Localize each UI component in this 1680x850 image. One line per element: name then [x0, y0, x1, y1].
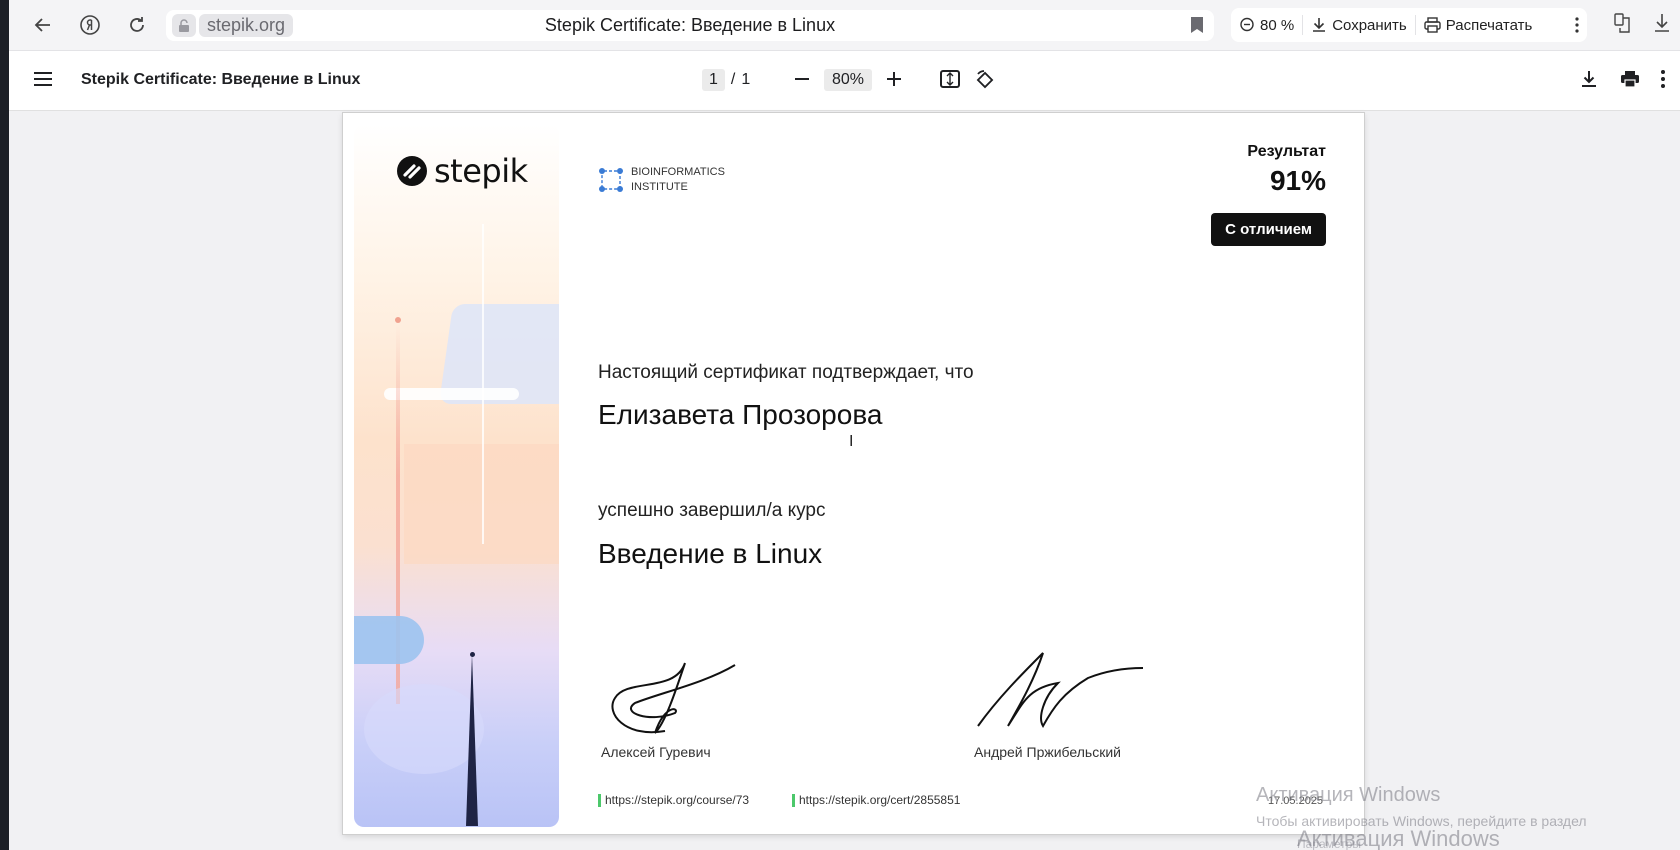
more-button[interactable] [1567, 8, 1587, 42]
decorative-shape [354, 616, 424, 664]
dots-vertical-icon [1575, 17, 1579, 33]
signature-przhibelsky [977, 652, 1144, 728]
text-cursor-icon: I [849, 433, 854, 450]
stepik-wordmark: stepik [434, 152, 528, 190]
rotate-icon [976, 70, 994, 89]
signature-gurevich [611, 662, 736, 734]
plus-icon [887, 72, 901, 86]
menu-icon[interactable] [33, 71, 53, 92]
yandex-button[interactable] [75, 10, 105, 40]
zoom-out-button[interactable] [793, 69, 811, 94]
pdf-print-button[interactable] [1620, 70, 1640, 93]
institute-line: INSTITUTE [631, 181, 688, 193]
signer-name: Алексей Гуревич [601, 744, 711, 760]
reload-icon [130, 17, 144, 32]
lock-icon[interactable] [172, 14, 196, 37]
course-link[interactable]: https://stepik.org/course/73 [598, 794, 749, 807]
windows-activation-title: Активация Windows [1256, 784, 1441, 806]
result-label: Результат [1247, 143, 1326, 160]
fit-page-icon [940, 70, 960, 88]
print-button[interactable]: Распечатать [1416, 8, 1541, 42]
zoom-in-button[interactable] [885, 69, 903, 94]
download-icon [1313, 18, 1326, 32]
institute-name: BIOINFORMATICS INSTITUTE [631, 165, 725, 195]
address-bar[interactable]: stepik.org Stepik Certificate: Введение … [166, 10, 1214, 41]
recipient-name: Елизавета Прозорова [598, 399, 883, 430]
printer-icon [1424, 17, 1441, 33]
page-navigator: 1 / 1 [702, 69, 750, 91]
certificate-link[interactable]: https://stepik.org/cert/2855851 [792, 794, 960, 807]
distinction-badge: С отличием [1211, 213, 1326, 246]
pdf-download-button[interactable] [1580, 70, 1598, 93]
dots-vertical-icon [1661, 70, 1665, 88]
institute-logo: BIOINFORMATICS INSTITUTE [599, 165, 725, 195]
decorative-shape [384, 388, 519, 400]
download-icon [1655, 14, 1669, 32]
pdf-more-button[interactable] [1661, 70, 1665, 93]
browser-window: stepik.org Stepik Certificate: Введение … [9, 0, 1680, 850]
browser-tools: 80 % Сохранить Распечатать [1231, 8, 1587, 42]
certificate-artwork: stepik [354, 124, 559, 827]
printer-icon [1621, 71, 1639, 88]
url-domain[interactable]: stepik.org [199, 14, 294, 37]
decorative-spire [466, 654, 478, 826]
yandex-icon [80, 15, 100, 35]
pdf-toolbar: Stepik Certificate: Введение в Linux 1 /… [9, 51, 1680, 111]
save-label: Сохранить [1332, 16, 1407, 34]
stepik-logo-icon [397, 156, 427, 186]
windows-activation-text: Параметры [1297, 837, 1361, 850]
signer-name: Андрей Пржибельский [974, 744, 1121, 760]
pdf-viewer[interactable]: stepik BIOINFORMATICS INSTITUTE Результа… [9, 111, 1680, 850]
stepik-logo: stepik [396, 152, 528, 190]
bookmark-icon[interactable] [1190, 16, 1204, 39]
course-name: Введение в Linux [598, 538, 823, 569]
decorative-dot [395, 317, 401, 323]
save-button[interactable]: Сохранить [1303, 8, 1415, 42]
reload-button[interactable] [122, 10, 152, 40]
pdf-page: stepik BIOINFORMATICS INSTITUTE Результа… [343, 113, 1364, 834]
page-separator: / [730, 71, 736, 88]
result-value: 91% [1269, 165, 1326, 196]
download-icon [1582, 71, 1596, 87]
certificate-intro: Настоящий сертификат подтверждает, что [598, 362, 974, 383]
extensions-button[interactable] [1613, 12, 1633, 39]
arrow-left-icon [34, 18, 50, 32]
minus-icon [795, 78, 809, 80]
document-title: Stepik Certificate: Введение в Linux [81, 71, 361, 88]
print-label: Распечатать [1445, 16, 1533, 34]
rotate-button[interactable] [974, 69, 996, 96]
back-button[interactable] [28, 10, 58, 40]
reader-icon [1614, 13, 1630, 33]
page-number-input[interactable]: 1 [702, 69, 725, 91]
zoom-icon [1240, 17, 1254, 32]
completion-text: успешно завершил/а курс [598, 500, 826, 521]
zoom-input[interactable]: 80% [824, 69, 873, 91]
institute-icon [599, 168, 623, 192]
page-title: Stepik Certificate: Введение в Linux [544, 15, 836, 35]
fit-page-button[interactable] [939, 69, 961, 94]
downloads-button[interactable] [1653, 12, 1671, 39]
institute-line: BIOINFORMATICS [631, 166, 725, 178]
total-pages: 1 [741, 71, 751, 88]
browser-toolbar: stepik.org Stepik Certificate: Введение … [9, 0, 1680, 51]
zoom-button[interactable]: 80 % [1231, 8, 1302, 42]
decorative-line [482, 224, 484, 544]
zoom-level: 80 % [1260, 16, 1295, 34]
